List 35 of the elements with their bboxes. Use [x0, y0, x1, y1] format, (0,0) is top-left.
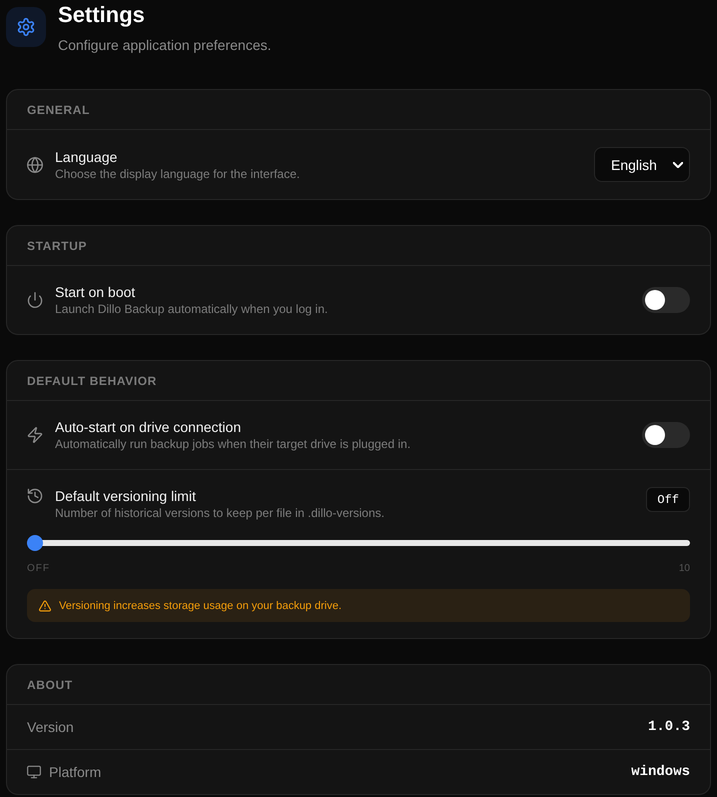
history-icon — [27, 488, 43, 504]
slider-thumb[interactable] — [27, 535, 43, 551]
slider-track[interactable] — [27, 535, 690, 551]
section-title: ABOUT — [27, 676, 73, 692]
section-title: DEFAULT BEHAVIOR — [27, 372, 157, 388]
info-label: Platform — [49, 763, 102, 782]
setting-description: Automatically run backup jobs when their target drive is plugged in. — [55, 436, 411, 452]
setting-title: Default versioning limit — [55, 487, 197, 505]
section-title: GENERAL — [27, 102, 90, 118]
power-icon — [27, 292, 43, 308]
info-label: Version — [27, 718, 74, 737]
page-title: Settings — [58, 1, 146, 29]
settings-icon — [6, 7, 46, 47]
section-title: STARTUP — [27, 238, 87, 254]
info-value: windows — [631, 763, 690, 782]
setting-title: Language — [55, 148, 118, 166]
range-min-label: OFF — [27, 562, 50, 576]
setting-description: Launch Dillo Backup automatically when you log in. — [55, 301, 328, 317]
setting-description: Choose the display language for the interface. — [55, 166, 300, 182]
versioning-value: Off — [646, 487, 690, 512]
lightning-icon — [27, 427, 43, 443]
info-value: 1.0.3 — [648, 718, 690, 737]
language-select[interactable]: English — [594, 147, 690, 182]
chevron-down-icon — [673, 162, 683, 168]
warning-text: Versioning increases storage usage on your backup drive. — [59, 598, 342, 614]
setting-title: Auto-start on drive connection — [55, 418, 242, 436]
globe-icon — [27, 156, 43, 172]
toggle-switch[interactable] — [642, 287, 690, 313]
page-subtitle: Configure application preferences. — [58, 36, 272, 55]
monitor-icon — [27, 765, 41, 779]
toggle-switch[interactable] — [642, 422, 690, 448]
range-max-label: 10 — [678, 562, 690, 576]
warning-icon — [39, 600, 51, 612]
setting-description: Number of historical versions to keep per file in .dillo-versions. — [55, 505, 384, 521]
setting-title: Start on boot — [55, 283, 136, 301]
